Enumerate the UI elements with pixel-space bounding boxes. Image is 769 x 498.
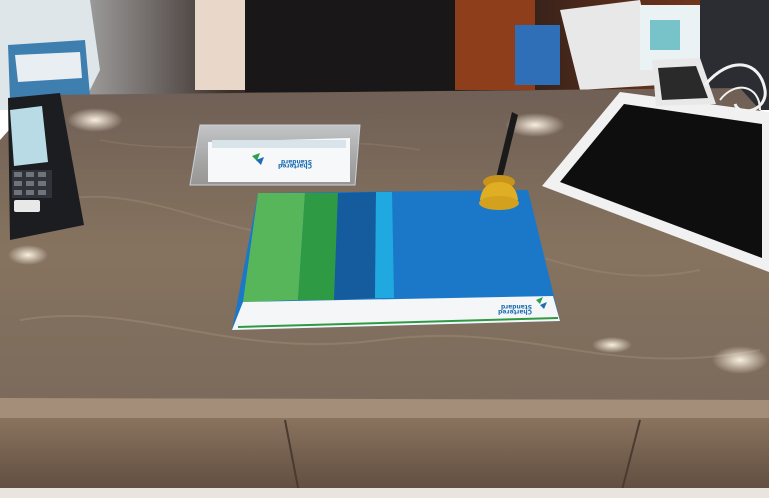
brochure-leaflet-panel [15,52,82,82]
light-reflection [712,346,768,374]
floor [0,488,769,498]
business-card-holder: Standard Chartered [189,124,361,186]
tissue-box-print [650,20,680,50]
back-shadow [245,0,460,92]
counter-edge [0,398,769,420]
brand-name-mat-secondary: Chartered [498,308,532,315]
brand-name-card-secondary: Chartered [278,162,312,169]
light-reflection [592,337,632,353]
counter-front [0,418,769,498]
light-reflection [8,245,48,265]
light-reflection [67,108,123,132]
back-column [195,0,250,90]
bank-counter-photo: Standard Chartered Standard Chartered [0,0,769,498]
branded-desk-mat: Standard Chartered [232,190,560,330]
photo-scene: Standard Chartered Standard Chartered [0,0,769,498]
blue-box [515,25,560,85]
